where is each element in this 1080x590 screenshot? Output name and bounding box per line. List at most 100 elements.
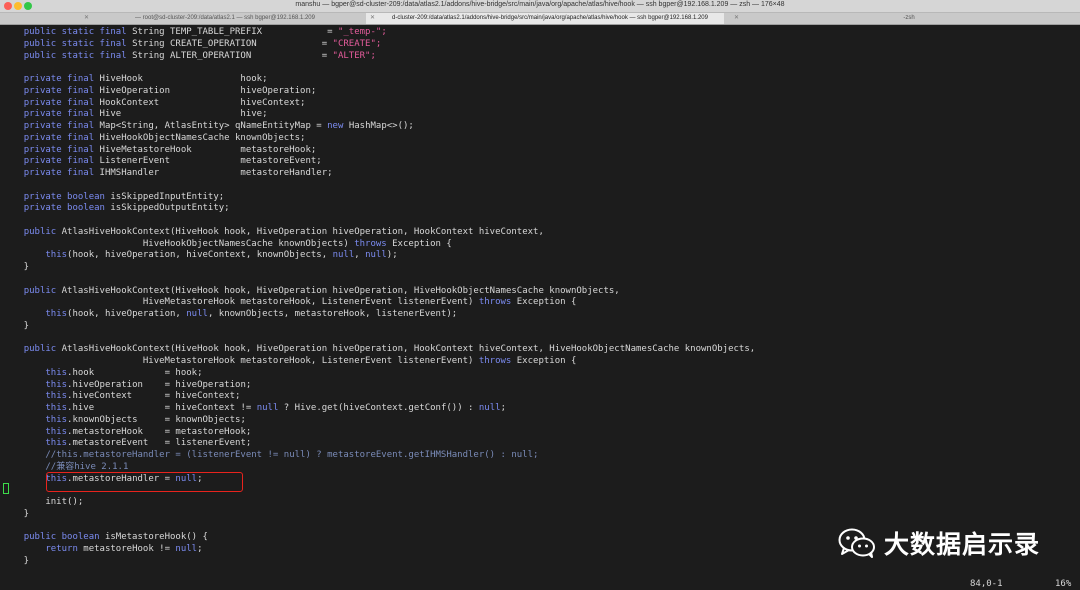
code-token: , [354,250,366,261]
code-token: "ALTER"; [332,50,376,61]
code-token: public static final [23,27,133,37]
cursor-position: 84,0-1 [970,579,1003,589]
code-token: private boolean [23,203,111,214]
code-token: //兼容hive 2.1.1 [45,461,129,472]
wechat-icon [838,528,875,558]
code-token: String CREATE_OPERATION = [132,38,333,49]
code-token: private final [23,156,100,167]
code-line: public static final String CREATE_OPERAT… [2,38,382,50]
close-icon[interactable]: ✕ [734,13,739,24]
code-token: HiveHook hook; [99,74,268,84]
code-token: public [23,285,62,296]
window-titlebar: manshu — bgper@sd-cluster-209:/data/atla… [0,0,1080,13]
tab-hive-hook[interactable]: ✕ d-cluster-209:/data/atlas2.1/addons/hi… [366,13,724,24]
code-token: HookContext hiveContext; [99,97,306,108]
code-line: private boolean isSkippedOutputEntity; [2,202,230,214]
code-line: this(hook, hiveOperation, hiveContext, k… [2,249,398,261]
code-token: Hive hive; [99,109,268,120]
code-token: HiveMetastoreHook metastoreHook, Listene… [2,356,479,366]
code-token: this [45,403,68,413]
code-line: private final HiveMetastoreHook metastor… [2,144,317,156]
code-token: .hiveOperation = hiveOperation; [67,379,252,390]
code-token: this [45,250,68,261]
close-icon[interactable]: ✕ [84,13,89,24]
code-token: HiveOperation hiveOperation; [99,85,317,96]
code-token: AtlasHiveHookContext(HiveHook hook, Hive… [61,226,544,237]
code-token: private final [23,109,100,120]
code-token: Exception { [392,238,452,249]
code-token: null [175,544,198,554]
code-token: ); [386,250,398,261]
code-token: this [45,426,68,437]
code-line: this.knownObjects = knownObjects; [2,414,246,426]
code-line: private boolean isSkippedInputEntity; [2,191,225,203]
code-line: private final Map<String, AtlasEntity> q… [2,120,414,132]
code-line: HiveMetastoreHook metastoreHook, Listene… [2,355,577,367]
code-token: return [45,544,84,554]
code-token: .metastoreHook = metastoreHook; [67,426,252,437]
code-line: } [2,261,29,273]
code-token: isSkippedOutputEntity; [110,203,230,214]
code-token: (hook, hiveOperation, hiveContext, known… [67,250,333,261]
code-token: this [45,438,68,449]
code-token: } [2,555,30,566]
tab-root-atlas[interactable]: ✕ — root@sd-cluster-209:/data/atlas2.1 —… [80,13,360,24]
code-token: private final [23,144,100,155]
tab-zsh[interactable]: ✕ -zsh [730,13,1078,24]
code-token: this [45,414,68,425]
code-token: } [2,320,30,331]
code-line: this.hiveContext = hiveContext; [2,390,240,402]
code-token: null [332,250,355,261]
close-icon[interactable]: ✕ [370,13,375,24]
scroll-percent: 16% [1055,579,1072,589]
code-line: private final HookContext hiveContext; [2,97,306,109]
code-token: } [2,508,30,519]
code-token: private final [23,74,100,84]
terminal-editor[interactable]: public static final String TEMP_TABLE_PR… [0,25,1080,590]
editor-cursor [3,483,9,494]
code-line: public static final String TEMP_TABLE_PR… [2,26,387,38]
code-token: private final [23,85,100,96]
code-token: HiveMetastoreHook metastoreHook; [99,144,317,155]
code-token: null [256,403,279,413]
code-line: this.hiveOperation = hiveOperation; [2,379,251,391]
code-token: "_temp-"; [337,27,387,37]
code-token: //this.metastoreHandler = (listenerEvent… [45,450,539,460]
code-line: this(hook, hiveOperation, null, knownObj… [2,308,457,320]
code-token: public boolean [23,532,105,543]
code-line: public boolean isMetastoreHook() { [2,531,208,543]
code-token: ? Hive.get(hiveContext.getConf()) : [278,403,479,413]
code-token: new [327,121,349,131]
code-line: } [2,508,29,520]
code-token: IHMSHandler metastoreHandler; [99,168,333,178]
code-token: .knownObjects = knownObjects; [67,414,246,425]
code-token: private final [23,132,100,143]
code-token: Exception { [516,356,577,366]
code-line: private final HiveHookObjectNamesCache k… [2,132,306,144]
code-token: .hook = hook; [67,367,203,378]
code-token: ListenerEvent metastoreEvent; [99,156,322,167]
code-token: private boolean [23,191,111,202]
window-title: manshu — bgper@sd-cluster-209:/data/atla… [295,1,785,8]
code-token: public static final [23,50,133,61]
code-token: HiveHookObjectNamesCache knownObjects; [99,132,306,143]
